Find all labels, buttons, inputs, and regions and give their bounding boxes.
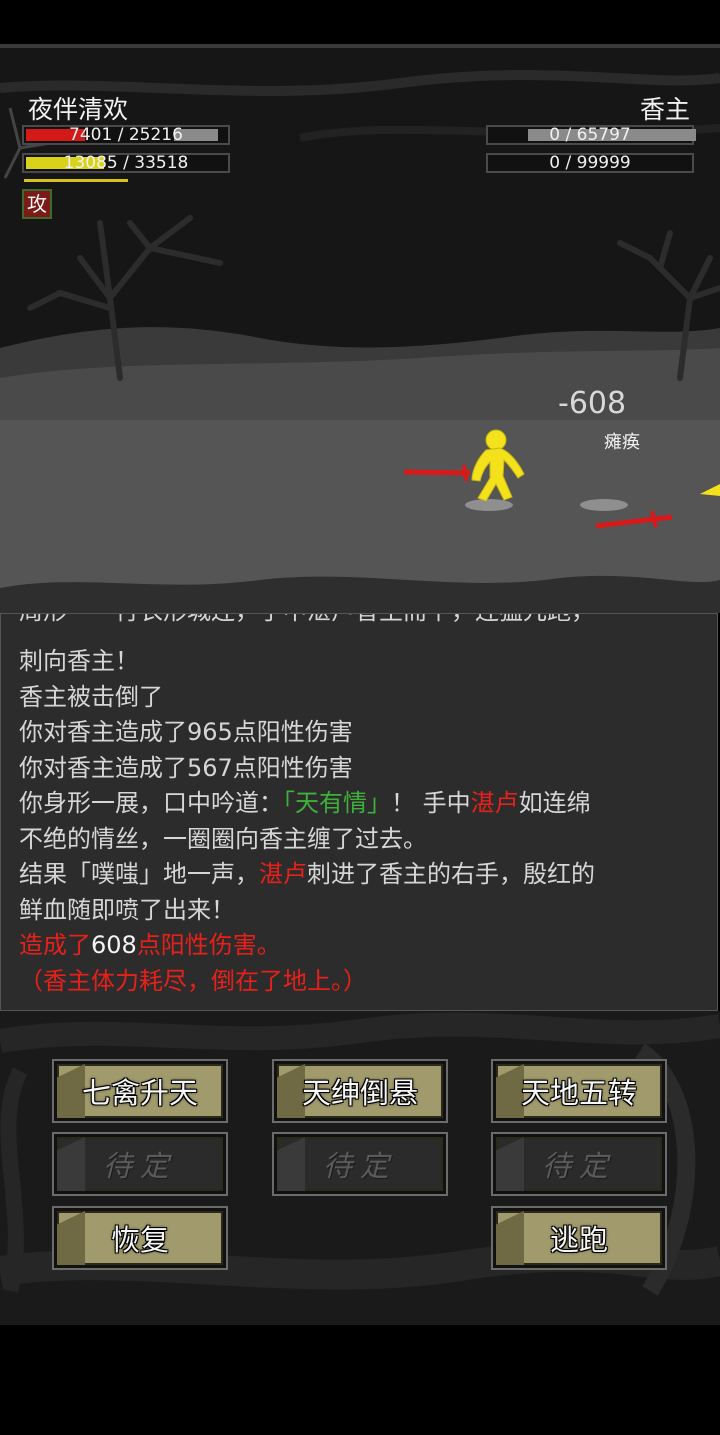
log-segment: 不绝的情丝，一圈圈向香主缠了过去。: [19, 824, 427, 853]
bottom-blank: [0, 1325, 720, 1435]
log-segment: 点阳性伤害。: [136, 931, 281, 959]
enemy-hp-text: 0 / 65797: [549, 125, 631, 145]
log-line: 你身形一展，口中吟道：「天有情」！ 手中湛卢如连绵: [19, 786, 699, 822]
damage-popup: -608: [558, 386, 627, 421]
battle-scene: 夜伴清欢 香主 7401 / 25216 13085 / 33518 攻 0 /…: [0, 48, 720, 613]
log-segment: 你对香主造成了567点阳性伤害: [19, 753, 353, 782]
log-segment: ！ 手中: [391, 789, 471, 817]
player-mp-bar: 13085 / 33518: [22, 153, 230, 173]
recover-button[interactable]: 恢复: [52, 1206, 228, 1270]
pending-slot-3: 待定: [491, 1132, 667, 1196]
log-segment: 你身形一展，口中吟道：: [19, 789, 283, 817]
log-line: 你对香主造成了567点阳性伤害: [19, 751, 699, 787]
log-line: 结果「噗嗤」地一声，湛卢刺进了香主的右手，殷红的: [19, 857, 699, 893]
log-line: 鲜血随即喷了出来！: [19, 893, 699, 929]
pending-slot-2: 待定: [272, 1132, 448, 1196]
log-segment: 刺进了香主的右手，殷红的: [307, 860, 595, 888]
battle-log[interactable]: 周形一一行衣形城连，手中湛卢香主而下，连猛冗跑， 刺向香主！ 香主被击倒了你对香主…: [0, 613, 718, 1011]
flee-button[interactable]: 逃跑: [491, 1206, 667, 1270]
log-line: 造成了608点阳性伤害。: [19, 928, 699, 964]
player-hp-bar: 7401 / 25216: [22, 125, 230, 145]
log-line: 不绝的情丝，一圈圈向香主缠了过去。: [19, 822, 699, 858]
log-segment: （香主体力耗尽，倒在了地上。）: [19, 966, 367, 995]
player-charge-line: [24, 179, 128, 182]
log-line: （香主体力耗尽，倒在了地上。）: [19, 964, 699, 1000]
log-segment: 湛卢: [470, 789, 519, 817]
enemy-hp-bar: 0 / 65797: [486, 125, 696, 145]
log-segment: 刺向香主！: [19, 647, 139, 675]
battle-log-cut-line: 周形一一行衣形城连，手中湛卢香主而下，连猛冗跑，: [19, 614, 699, 626]
battle-log-lines: 刺向香主！ 香主被击倒了你对香主造成了965点阳性伤害 你对香主造成了567点阳性伤…: [19, 644, 699, 999]
log-segment: 如连绵: [518, 789, 591, 817]
status-popup: 瘫痪: [604, 432, 640, 453]
log-segment: 你对香主造成了965点阳性伤害: [19, 718, 353, 746]
log-segment: 「天有情」: [283, 789, 391, 817]
log-line: 你对香主造成了965点阳性伤害: [19, 715, 699, 751]
skill-button-3[interactable]: 天地五转: [491, 1059, 667, 1123]
enemy-mp-text: 0 / 99999: [549, 153, 631, 173]
attack-buff-icon: 攻: [22, 189, 52, 219]
player-name: 夜伴清欢: [28, 95, 129, 124]
player-mp-text: 13085 / 33518: [63, 153, 189, 173]
log-line: 香主被击倒了: [19, 680, 699, 716]
skill-button-1[interactable]: 七禽升天: [52, 1059, 228, 1123]
log-segment: 结果「噗嗤」地一声，: [19, 860, 259, 888]
enemy-mp-bar: 0 / 99999: [486, 153, 694, 173]
log-segment: 鲜血随即喷了出来！: [19, 895, 235, 924]
log-segment: 608: [91, 931, 137, 959]
skill-panel: 七禽升天 天绅倒悬 天地五转 待定 待定 待定 恢复 逃跑: [0, 1011, 720, 1325]
pending-slot-1: 待定: [52, 1132, 228, 1196]
enemy-name: 香主: [639, 95, 690, 124]
log-segment: 香主被击倒了: [19, 682, 163, 711]
log-line: 刺向香主！: [19, 644, 699, 680]
player-hp-text: 7401 / 25216: [69, 125, 183, 145]
skill-button-2[interactable]: 天绅倒悬: [272, 1059, 448, 1123]
log-segment: 湛卢: [259, 860, 307, 888]
log-segment: 造成了: [19, 931, 91, 959]
